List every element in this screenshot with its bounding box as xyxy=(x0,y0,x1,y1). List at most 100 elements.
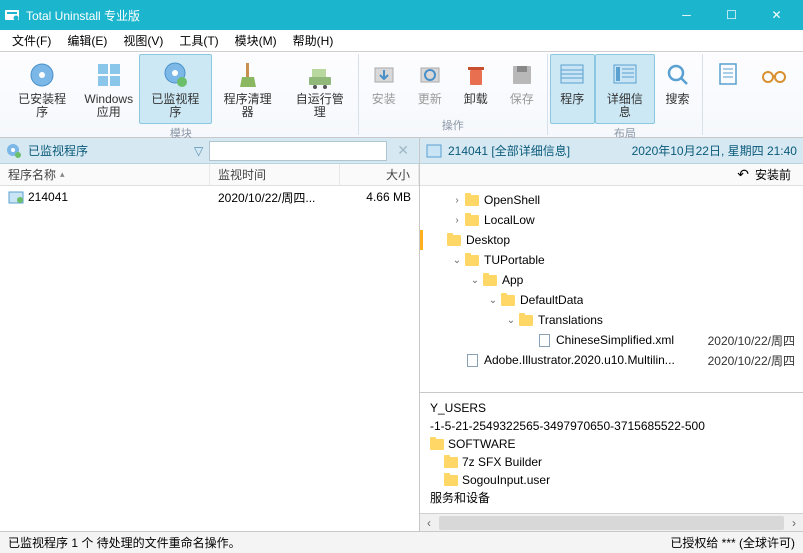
menu-view[interactable]: 视图(V) xyxy=(115,30,171,51)
details-icon xyxy=(609,59,641,91)
install-button[interactable]: 安装 xyxy=(361,54,407,116)
horizontal-scrollbar[interactable]: ‹ › xyxy=(420,513,803,531)
broom-icon xyxy=(232,59,264,91)
tree-date: 2020/10/22/周四 xyxy=(708,332,795,349)
right-panel-header: 214041 [全部详细信息] 2020年10月22日, 星期四 21:40 xyxy=(420,138,803,164)
maximize-button[interactable]: ☐ xyxy=(709,0,754,30)
detail-line: Y_USERS xyxy=(430,399,793,417)
toggle-icon[interactable]: ⌄ xyxy=(486,295,500,306)
col-size[interactable]: 大小 xyxy=(340,164,419,185)
left-panel-header: 已监视程序 ▽ ✕ xyxy=(0,138,419,164)
scroll-thumb[interactable] xyxy=(439,516,784,530)
tree-row[interactable]: Desktop xyxy=(420,230,803,250)
ribbon: 已安装程序 Windows 应用 已监视程序 程序清理器 自运行管理 模块 xyxy=(0,52,803,138)
file-icon xyxy=(536,333,552,347)
windows-apps-button[interactable]: Windows 应用 xyxy=(78,54,139,124)
program-view-button[interactable]: 程序 xyxy=(550,54,595,124)
right-panel: 214041 [全部详细信息] 2020年10月22日, 星期四 21:40 ↶… xyxy=(420,138,803,531)
tree-row[interactable]: ›LocalLow xyxy=(420,210,803,230)
folder-icon xyxy=(444,475,458,486)
ribbon-group-ops: 操作 xyxy=(442,116,464,135)
installed-programs-button[interactable]: 已安装程序 xyxy=(6,54,78,124)
tree-label: DefaultData xyxy=(520,293,583,307)
right-top-row: ↶ 安装前 xyxy=(420,164,803,186)
glasses-button[interactable] xyxy=(751,54,797,120)
tree-row[interactable]: ⌄Translations xyxy=(420,310,803,330)
notes-button[interactable] xyxy=(705,54,751,120)
save-button[interactable]: 保存 xyxy=(499,54,545,116)
toggle-icon[interactable]: › xyxy=(450,195,464,206)
tree-label: ChineseSimplified.xml xyxy=(556,333,674,347)
left-panel: 已监视程序 ▽ ✕ 程序名称▴ 监视时间 大小 214041 2020/10/2… xyxy=(0,138,420,531)
undo-icon[interactable]: ↶ xyxy=(737,166,749,183)
windows-icon xyxy=(93,59,125,91)
tree-row[interactable]: Adobe.Illustrator.2020.u10.Multilin... 20… xyxy=(420,350,803,370)
col-name[interactable]: 程序名称▴ xyxy=(0,164,210,185)
toggle-icon[interactable]: › xyxy=(450,215,464,226)
menubar: 文件(F) 编辑(E) 视图(V) 工具(T) 模块(M) 帮助(H) xyxy=(0,30,803,52)
list-item[interactable]: 214041 2020/10/22/周四... 4.66 MB xyxy=(0,186,419,208)
menu-file[interactable]: 文件(F) xyxy=(4,30,59,51)
monitor-small-icon xyxy=(6,143,22,159)
tree-label: OpenShell xyxy=(484,193,540,207)
install-icon xyxy=(368,59,400,91)
detail-pane: Y_USERS -1-5-21-2549322565-3497970650-37… xyxy=(420,392,803,513)
detail-header-icon xyxy=(426,143,442,159)
search-button[interactable]: 搜索 xyxy=(655,54,700,124)
program-time: 2020/10/22/周四... xyxy=(210,189,340,206)
toggle-icon[interactable]: ⌄ xyxy=(468,275,482,286)
right-panel-title: 214041 [全部详细信息] xyxy=(448,142,570,159)
app-icon xyxy=(4,7,20,23)
autorun-button[interactable]: 自运行管理 xyxy=(284,54,356,124)
tree-date: 2020/10/22/周四 xyxy=(708,352,795,369)
tree-row[interactable]: ⌄TUPortable xyxy=(420,250,803,270)
folder-icon xyxy=(444,457,458,468)
filter-icon[interactable]: ▽ xyxy=(194,144,203,158)
scroll-right-button[interactable]: › xyxy=(785,516,803,530)
folder-icon xyxy=(446,233,462,247)
folder-icon xyxy=(482,273,498,287)
file-tree: ›OpenShell›LocalLowDesktop⌄TUPortable⌄Ap… xyxy=(420,186,803,392)
uninstall-button[interactable]: 卸载 xyxy=(453,54,499,116)
monitor-icon xyxy=(159,59,191,91)
tree-row[interactable]: ⌄ DefaultData xyxy=(420,290,803,310)
program-icon xyxy=(556,59,588,91)
scroll-left-button[interactable]: ‹ xyxy=(420,516,438,530)
menu-edit[interactable]: 编辑(E) xyxy=(59,30,115,51)
program-item-icon xyxy=(8,189,24,205)
update-icon xyxy=(414,59,446,91)
tree-row[interactable]: ChineseSimplified.xml 2020/10/22/周四 xyxy=(420,330,803,350)
uninstall-icon xyxy=(460,59,492,91)
update-button[interactable]: 更新 xyxy=(407,54,453,116)
tree-label: Adobe.Illustrator.2020.u10.Multilin... xyxy=(484,353,675,367)
toggle-icon[interactable]: ⌄ xyxy=(504,315,518,326)
program-list: 214041 2020/10/22/周四... 4.66 MB xyxy=(0,186,419,531)
detail-line: 7z SFX Builder xyxy=(430,453,793,471)
menu-tools[interactable]: 工具(T) xyxy=(171,30,226,51)
folder-icon xyxy=(464,253,480,267)
save-icon xyxy=(506,59,538,91)
close-button[interactable]: ✕ xyxy=(754,0,799,30)
file-icon xyxy=(464,353,480,367)
detail-line: 服务和设备 xyxy=(430,489,793,507)
col-time[interactable]: 监视时间 xyxy=(210,164,340,185)
panel-close-button[interactable]: ✕ xyxy=(393,142,413,159)
statusbar: 已监视程序 1 个 待处理的文件重命名操作。 已授权给 *** (全球许可) xyxy=(0,531,803,553)
search-icon xyxy=(662,59,694,91)
detail-line: SOFTWARE xyxy=(430,435,793,453)
details-view-button[interactable]: 详细信息 xyxy=(595,54,655,124)
tree-label: App xyxy=(502,273,523,287)
menu-modules[interactable]: 模块(M) xyxy=(227,30,285,51)
titlebar: Total Uninstall 专业版 ─ ☐ ✕ xyxy=(0,0,803,30)
tree-row[interactable]: › OpenShell xyxy=(420,190,803,210)
toggle-icon[interactable]: ⌄ xyxy=(450,255,464,266)
tree-row[interactable]: ⌄ App xyxy=(420,270,803,290)
menu-help[interactable]: 帮助(H) xyxy=(285,30,342,51)
filter-input[interactable] xyxy=(209,141,387,161)
minimize-button[interactable]: ─ xyxy=(664,0,709,30)
folder-icon xyxy=(430,439,444,450)
glasses-icon xyxy=(758,59,790,91)
cleaner-button[interactable]: 程序清理器 xyxy=(212,54,284,124)
monitored-programs-button[interactable]: 已监视程序 xyxy=(139,54,211,124)
disc-icon xyxy=(26,59,58,91)
